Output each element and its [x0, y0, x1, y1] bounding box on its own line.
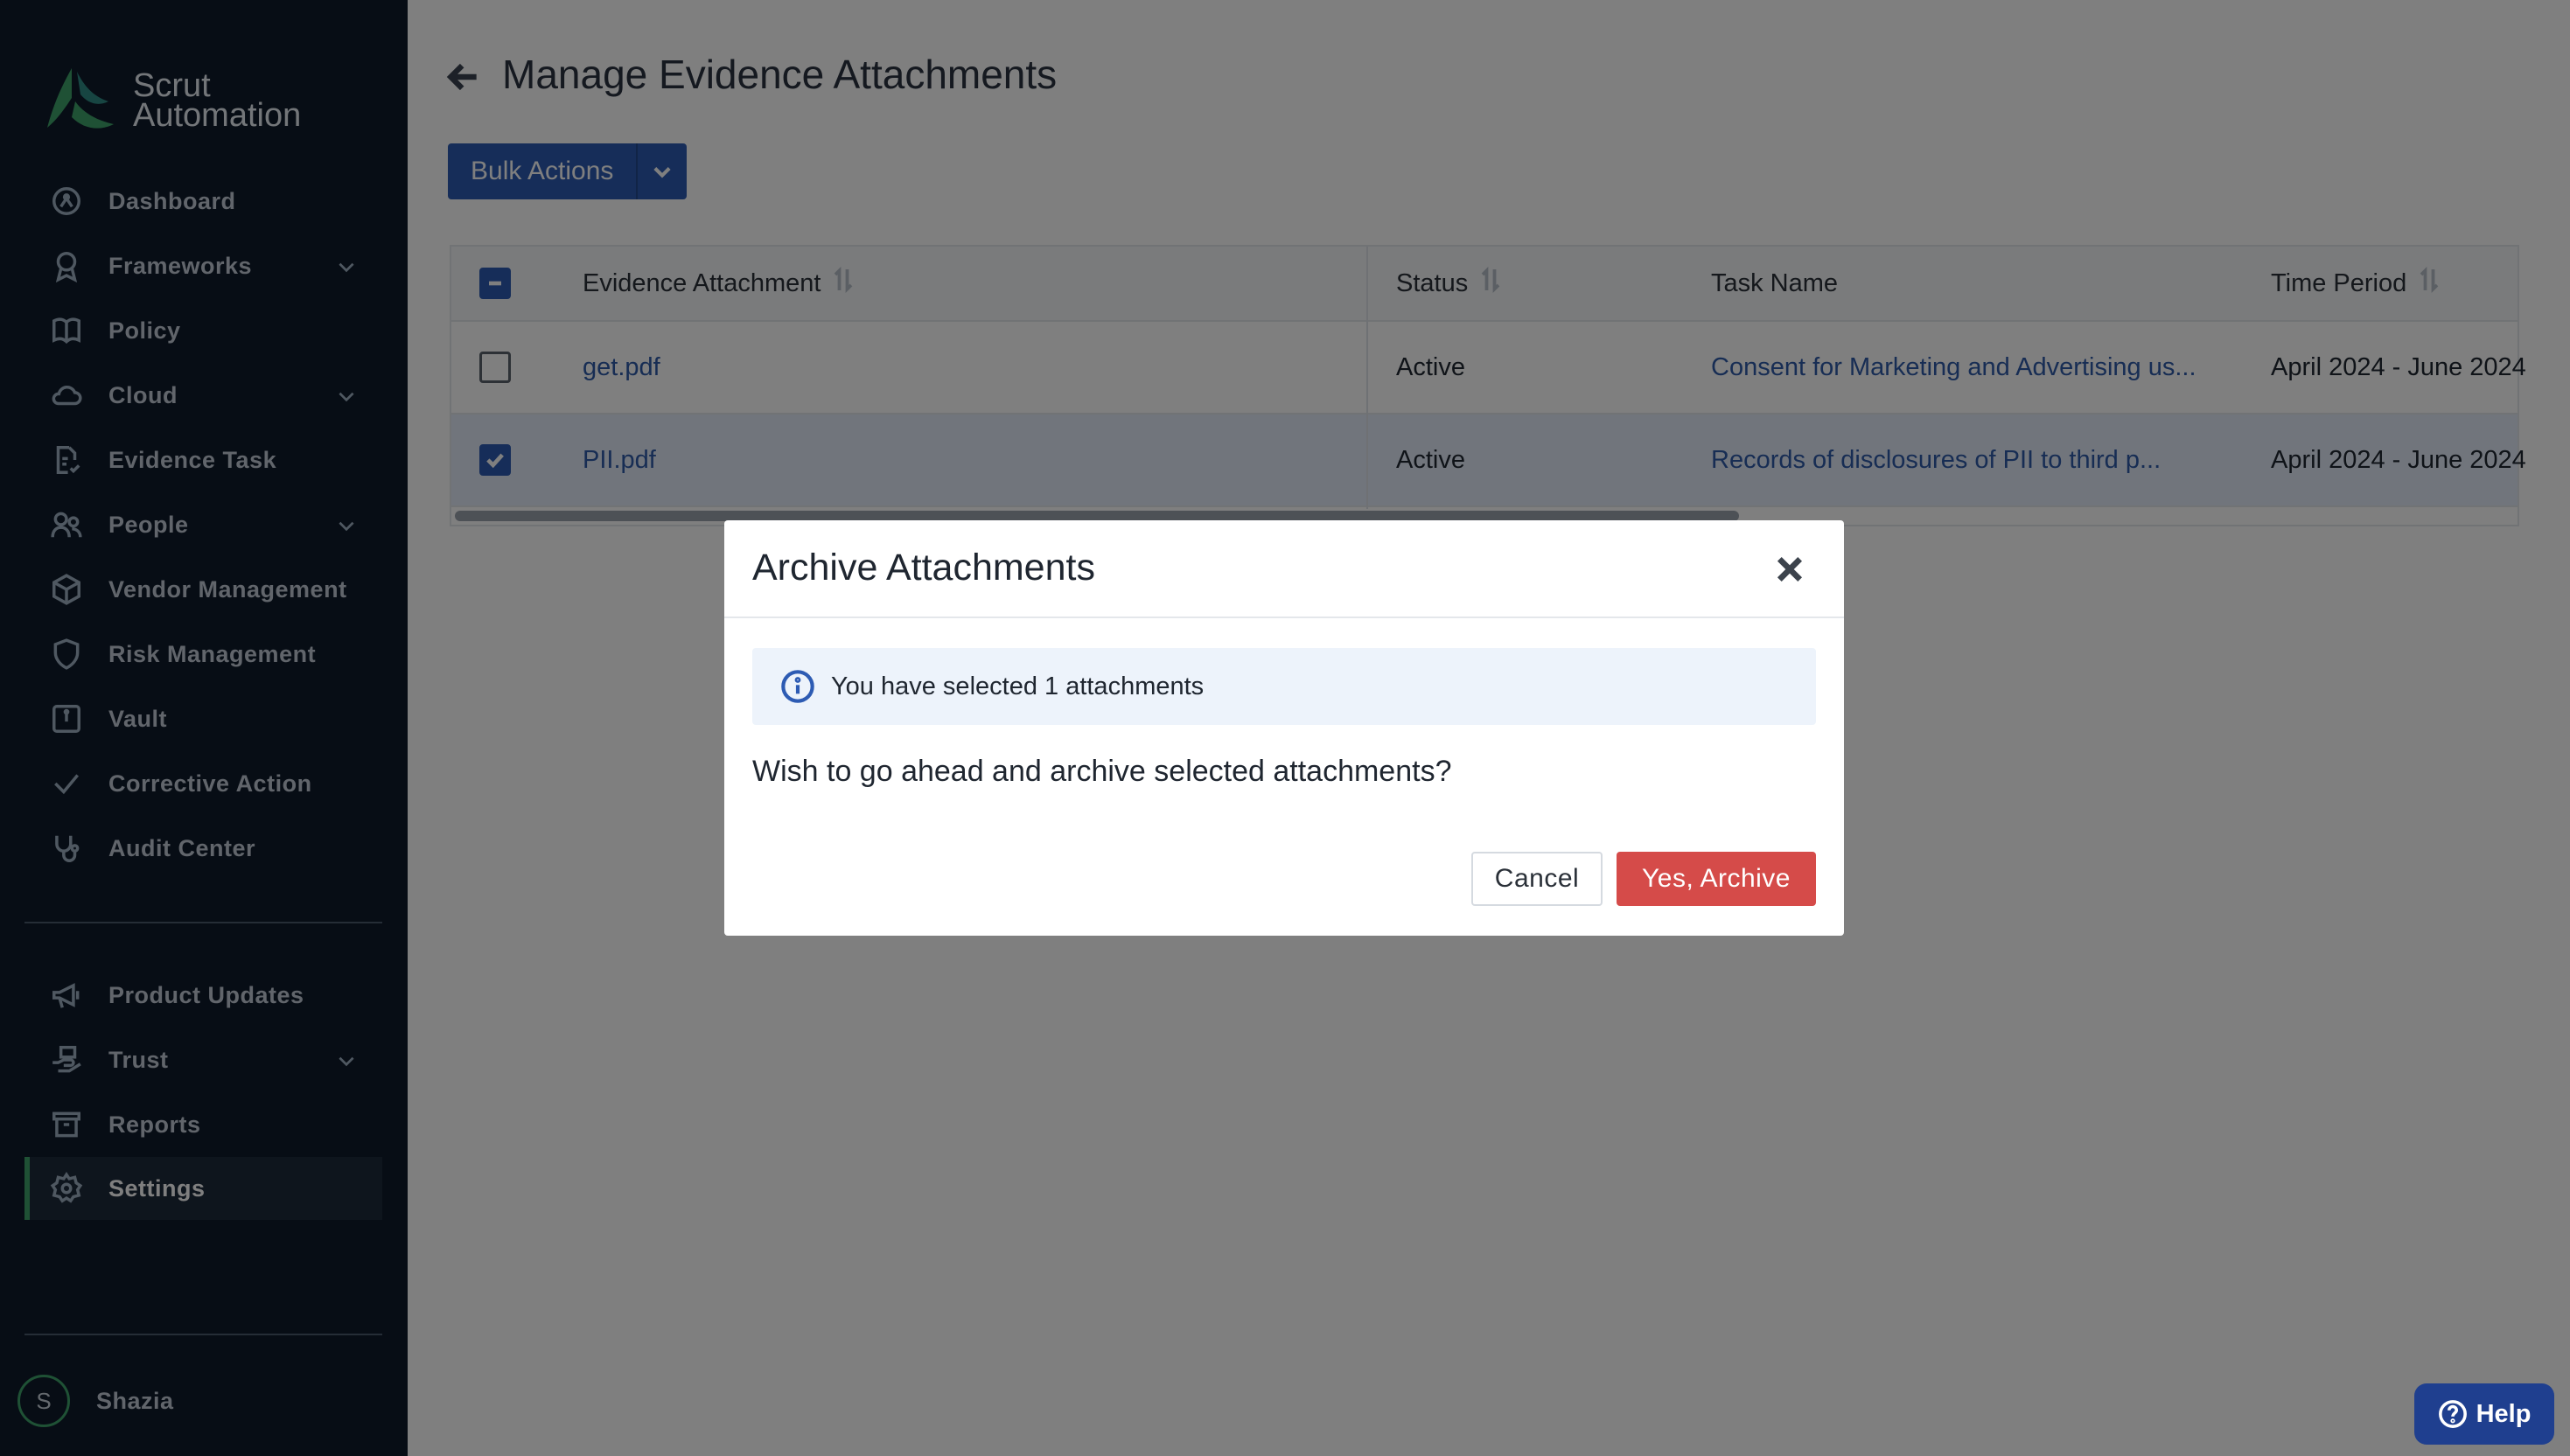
- help-icon: [2438, 1400, 2467, 1428]
- dialog-header: Archive Attachments: [724, 520, 1844, 618]
- cancel-button[interactable]: Cancel: [1471, 852, 1603, 906]
- confirm-archive-button[interactable]: Yes, Archive: [1617, 852, 1816, 906]
- close-icon[interactable]: [1772, 552, 1807, 587]
- selection-info-text: You have selected 1 attachments: [831, 672, 1205, 700]
- help-label: Help: [2476, 1399, 2532, 1428]
- confirmation-question: Wish to go ahead and archive selected at…: [752, 755, 1452, 788]
- archive-attachments-dialog: Archive Attachments You have selected 1 …: [724, 520, 1844, 936]
- dialog-title: Archive Attachments: [752, 547, 1095, 589]
- selection-info-banner: You have selected 1 attachments: [752, 648, 1816, 725]
- info-icon: [781, 670, 814, 703]
- help-button[interactable]: Help: [2414, 1383, 2554, 1445]
